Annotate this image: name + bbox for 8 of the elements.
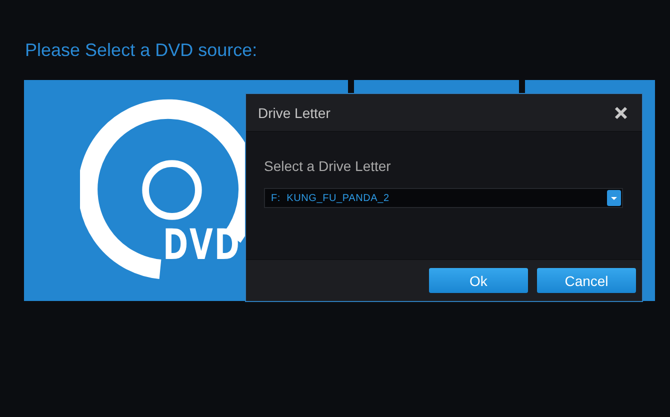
drive-dropdown[interactable]: F: KUNG_FU_PANDA_2 (264, 188, 623, 208)
dialog-title: Drive Letter (258, 104, 330, 120)
ok-button[interactable]: Ok (429, 268, 528, 293)
logo-text: DVD (163, 220, 241, 270)
close-icon[interactable] (614, 106, 628, 120)
caret-icon (607, 190, 621, 206)
cancel-button[interactable]: Cancel (537, 268, 636, 293)
page-heading: Please Select a DVD source: (25, 39, 258, 62)
